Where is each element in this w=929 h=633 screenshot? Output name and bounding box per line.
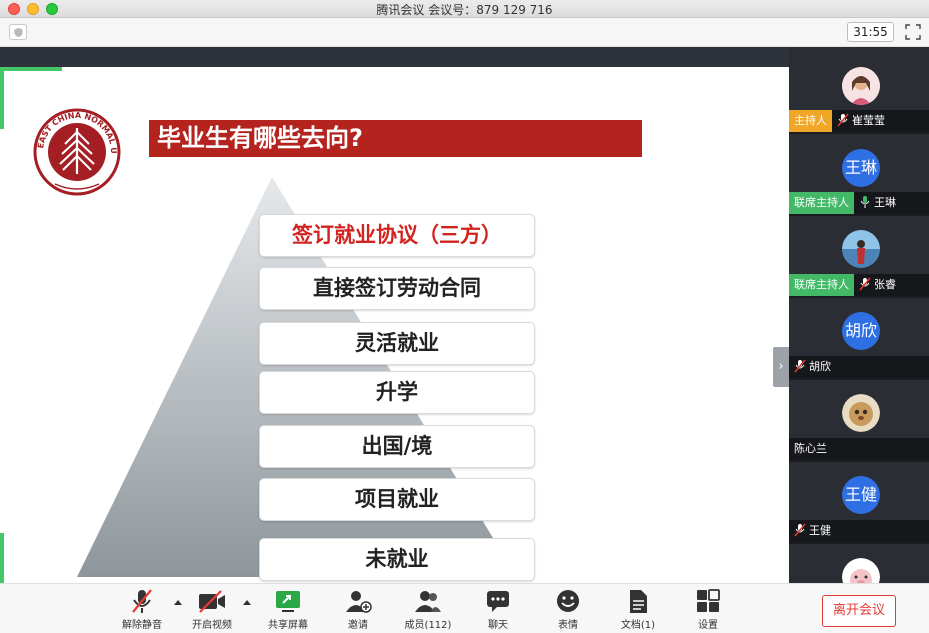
participant-namebar: 王健 <box>789 520 929 542</box>
camera-off-icon <box>199 590 225 613</box>
participant-tile[interactable]: 主持人 崔莹莹 <box>789 47 929 134</box>
avatar <box>842 67 880 105</box>
chat-button[interactable]: 聊天 <box>468 588 528 632</box>
mic-muted-icon <box>837 113 849 127</box>
security-shield-icon[interactable] <box>9 24 27 40</box>
emoji-button[interactable]: 表情 <box>538 588 598 632</box>
participant-tile[interactable] <box>789 544 929 583</box>
participant-namebar: 主持人 崔莹莹 <box>789 110 929 132</box>
share-screen-icon <box>276 591 300 612</box>
members-icon <box>415 591 441 612</box>
participant-namebar: 联席主持人 王琳 <box>789 192 929 214</box>
leave-meeting-button[interactable]: 离开会议 <box>822 595 896 627</box>
participant-tile[interactable]: 陈心兰 <box>789 380 929 462</box>
members-button[interactable]: 成员(112) <box>398 588 458 632</box>
collapse-sidebar-button[interactable]: › <box>773 347 789 387</box>
share-border-indicator <box>0 533 4 583</box>
pyramid-level-project-employment: 项目就业 <box>259 478 535 521</box>
participant-namebar: 联席主持人 张睿 <box>789 274 929 296</box>
share-border-indicator <box>0 67 4 129</box>
unmute-button[interactable]: 解除静音 <box>112 588 172 632</box>
participant-name: 胡欣 <box>809 360 831 373</box>
meeting-topbar: 31:55 <box>0 18 929 47</box>
pyramid-level-further-study: 升学 <box>259 371 535 414</box>
avatar: 王琳 <box>842 149 880 187</box>
cohost-badge: 联席主持人 <box>789 274 854 296</box>
participant-tile[interactable]: 联席主持人 张睿 <box>789 216 929 298</box>
participant-name: 陈心兰 <box>794 442 827 455</box>
mic-muted-icon <box>859 277 871 291</box>
settings-button[interactable]: 设置 <box>678 588 738 632</box>
mic-muted-icon <box>794 523 806 537</box>
avatar <box>842 394 880 432</box>
presentation-slide: EAST CHINA NORMAL UNIVERSITY 毕业生有哪些去向? <box>0 67 789 583</box>
participant-name: 王健 <box>809 524 831 537</box>
pyramid-level-study-abroad: 出国/境 <box>259 425 535 468</box>
mic-muted-icon <box>794 359 806 373</box>
participant-name: 张睿 <box>874 278 896 291</box>
avatar <box>842 558 880 583</box>
participant-namebar: 胡欣 <box>789 356 929 378</box>
meeting-toolbar: 解除静音 开启视频 共享屏幕 邀请 成员(112) 聊天 表情 文档(1) 设置… <box>0 583 929 633</box>
share-border-indicator <box>0 67 62 71</box>
shared-screen-stage: EAST CHINA NORMAL UNIVERSITY 毕业生有哪些去向? <box>0 47 789 583</box>
video-options-caret-icon[interactable] <box>243 600 251 605</box>
window-title: 腾讯会议 会议号：879 129 716 <box>376 3 553 17</box>
add-person-icon <box>346 591 372 613</box>
avatar <box>842 230 880 268</box>
grid-settings-icon <box>697 589 720 612</box>
share-screen-button[interactable]: 共享屏幕 <box>258 588 318 632</box>
document-icon <box>630 590 647 613</box>
meeting-timer: 31:55 <box>847 22 894 42</box>
start-video-button[interactable]: 开启视频 <box>182 588 242 632</box>
slide-title: 毕业生有哪些去向? <box>149 120 642 157</box>
cohost-badge: 联席主持人 <box>789 192 854 214</box>
avatar: 胡欣 <box>842 312 880 350</box>
avatar: 王健 <box>842 476 880 514</box>
participant-name: 崔莹莹 <box>852 114 885 127</box>
pyramid-level-tripartite-agreement: 签订就业协议（三方） <box>259 214 535 257</box>
chat-bubble-icon <box>487 591 509 612</box>
participant-name: 王琳 <box>874 196 896 209</box>
host-badge: 主持人 <box>789 110 832 132</box>
pyramid-level-flexible-employment: 灵活就业 <box>259 322 535 365</box>
participant-namebar: 陈心兰 <box>789 438 929 460</box>
pyramid-level-labor-contract: 直接签订劳动合同 <box>259 267 535 310</box>
participant-tile[interactable]: 王健 王健 <box>789 462 929 544</box>
fullscreen-icon[interactable] <box>904 23 922 41</box>
participant-tile[interactable]: 王琳 联席主持人 王琳 <box>789 134 929 216</box>
audio-options-caret-icon[interactable] <box>174 600 182 605</box>
documents-button[interactable]: 文档(1) <box>608 588 668 632</box>
mic-active-icon <box>860 196 870 208</box>
smiley-icon <box>557 590 579 612</box>
pyramid-level-unemployed: 未就业 <box>259 538 535 581</box>
participant-video-sidebar[interactable]: 主持人 崔莹莹 王琳 联席主持人 王琳 联席主持人 张睿 胡欣 胡欣 陈心兰 王健 <box>789 47 929 583</box>
invite-button[interactable]: 邀请 <box>328 588 388 632</box>
stage-header-strip <box>0 47 789 67</box>
microphone-muted-icon <box>132 589 152 613</box>
window-titlebar: 腾讯会议 会议号：879 129 716 <box>0 0 929 18</box>
participant-tile[interactable]: 胡欣 胡欣 <box>789 298 929 380</box>
